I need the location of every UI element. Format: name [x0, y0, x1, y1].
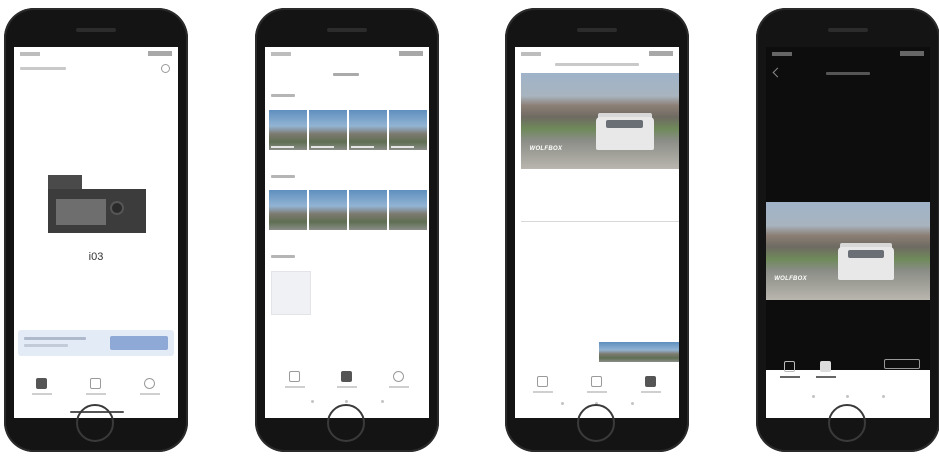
- download-icon: [537, 376, 548, 387]
- share-icon: [591, 376, 602, 387]
- phone-speaker: [828, 28, 868, 32]
- add-device-icon[interactable]: [161, 64, 170, 73]
- phone-1: i03: [4, 8, 188, 452]
- video-thumb[interactable]: [349, 110, 387, 150]
- device-name[interactable]: i03: [14, 251, 178, 263]
- video-filename: [826, 72, 870, 75]
- status-bar: [14, 50, 178, 60]
- dashcam-image: [48, 175, 146, 233]
- video-thumb[interactable]: [389, 190, 427, 230]
- video-thumb[interactable]: [269, 110, 307, 150]
- status-bar: [766, 50, 930, 60]
- status-bar: [515, 50, 679, 60]
- promo-banner[interactable]: [18, 330, 174, 356]
- tab-settings[interactable]: [130, 378, 170, 408]
- section-title: [271, 255, 295, 258]
- screen-playback: WOLFBOX: [515, 47, 679, 418]
- vehicle: [595, 117, 654, 150]
- video-thumb[interactable]: [309, 190, 347, 230]
- screen-album: [265, 47, 429, 418]
- back-icon[interactable]: [772, 67, 783, 78]
- status-bar: [265, 50, 429, 60]
- video-watermark: WOLFBOX: [529, 145, 563, 152]
- video-thumb[interactable]: [389, 110, 427, 150]
- more-icon: [645, 376, 656, 387]
- tab-settings[interactable]: [379, 371, 419, 401]
- tab-camera[interactable]: [275, 371, 315, 401]
- phone-4: WOLFBOX: [756, 8, 939, 452]
- section-title: [271, 175, 295, 178]
- home-button[interactable]: [828, 404, 866, 442]
- page-title: [333, 73, 359, 76]
- home-button[interactable]: [577, 404, 615, 442]
- action-bar: [766, 355, 930, 395]
- screen-device-list: i03: [14, 47, 178, 418]
- phone-speaker: [76, 28, 116, 32]
- action-pill-button[interactable]: [884, 359, 920, 369]
- phone-speaker: [327, 28, 367, 32]
- screen-playback-dark: WOLFBOX: [766, 47, 930, 418]
- home-button[interactable]: [327, 404, 365, 442]
- nav-dots: [766, 394, 930, 400]
- phone-speaker: [577, 28, 617, 32]
- share-button[interactable]: [806, 361, 846, 391]
- video-watermark: WOLFBOX: [774, 276, 807, 283]
- settings-icon: [144, 378, 155, 389]
- download-icon: [784, 361, 795, 372]
- video-filename: [555, 63, 639, 66]
- video-thumb[interactable]: [309, 110, 347, 150]
- download-button[interactable]: [770, 361, 810, 391]
- empty-thumb[interactable]: [271, 271, 311, 315]
- tab-album[interactable]: [327, 371, 367, 401]
- tab-camera[interactable]: [22, 378, 62, 408]
- camera-icon: [36, 378, 47, 389]
- album-icon: [90, 378, 101, 389]
- video-player[interactable]: WOLFBOX: [766, 202, 930, 300]
- section-title: [271, 94, 295, 97]
- home-button[interactable]: [76, 404, 114, 442]
- divider: [521, 221, 679, 222]
- album-icon: [341, 371, 352, 382]
- timeline-strip[interactable]: [599, 342, 679, 362]
- vehicle: [838, 247, 894, 281]
- phone-2: [255, 8, 439, 452]
- camera-icon: [289, 371, 300, 382]
- settings-icon: [393, 371, 404, 382]
- video-thumb[interactable]: [349, 190, 387, 230]
- share-icon: [820, 361, 831, 372]
- video-thumb[interactable]: [269, 190, 307, 230]
- video-player[interactable]: WOLFBOX: [521, 73, 679, 169]
- banner-button[interactable]: [110, 336, 168, 350]
- header-title: [20, 67, 66, 70]
- phone-3: WOLFBOX: [505, 8, 689, 452]
